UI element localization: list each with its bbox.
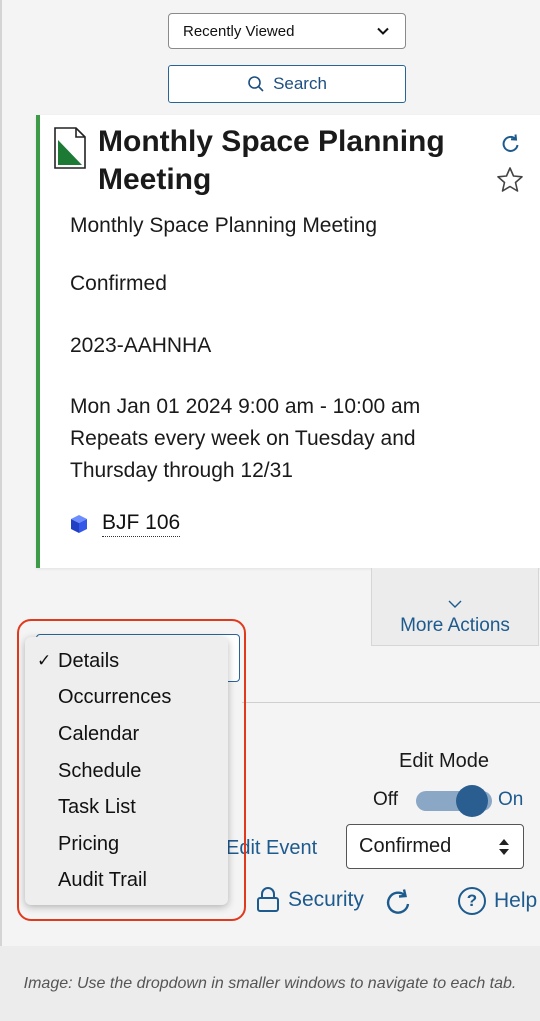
tab-dropdown-menu: ✓ Details Occurrences Calendar Schedule … — [25, 637, 228, 905]
location-link[interactable]: BJF 106 — [102, 510, 181, 537]
event-status: Confirmed — [70, 272, 167, 295]
recently-viewed-select[interactable]: Recently Viewed — [168, 13, 406, 49]
edit-mode-label: Edit Mode — [399, 750, 490, 772]
menu-item-calendar[interactable]: Calendar — [25, 716, 228, 753]
checkmark-icon: ✓ — [37, 651, 52, 671]
search-icon — [248, 76, 264, 92]
more-actions-button[interactable]: More Actions — [371, 568, 539, 646]
menu-item-task-list[interactable]: Task List — [25, 789, 228, 826]
security-label: Security — [288, 888, 364, 911]
menu-item-label: Calendar — [58, 722, 140, 745]
event-schedule: Mon Jan 01 2024 9:00 am - 10:00 am Repea… — [70, 395, 421, 482]
menu-item-label: Occurrences — [58, 686, 172, 709]
divider — [242, 702, 540, 703]
help-button[interactable]: ? Help — [458, 887, 537, 915]
refresh-icon[interactable] — [500, 133, 522, 155]
more-actions-label: More Actions — [400, 615, 510, 636]
menu-item-label: Audit Trail — [58, 869, 147, 892]
search-label: Search — [273, 74, 327, 93]
toggle-knob — [456, 785, 488, 817]
event-location: BJF 106 — [70, 510, 181, 537]
edit-mode-off-label: Off — [373, 789, 398, 810]
status-select[interactable]: Confirmed — [346, 824, 524, 869]
refresh-icon[interactable] — [384, 888, 414, 918]
menu-item-label: Pricing — [58, 832, 120, 855]
menu-item-details[interactable]: ✓ Details — [25, 643, 228, 680]
chevron-down-icon — [377, 27, 389, 35]
menu-item-occurrences[interactable]: Occurrences — [25, 680, 228, 717]
chevron-down-icon — [448, 600, 462, 608]
event-document-icon — [54, 127, 86, 169]
menu-item-audit-trail[interactable]: Audit Trail — [25, 863, 228, 900]
cube-icon — [71, 514, 87, 533]
status-select-value: Confirmed — [359, 835, 452, 857]
recently-viewed-label: Recently Viewed — [183, 22, 295, 40]
help-label: Help — [494, 889, 538, 912]
menu-item-label: Schedule — [58, 759, 142, 782]
edit-mode-on-label: On — [498, 789, 524, 810]
image-caption: Image: Use the dropdown in smaller windo… — [0, 946, 540, 1021]
security-button[interactable]: Security — [256, 887, 364, 913]
event-details-panel: Recently Viewed Search Monthly Space Pla… — [0, 0, 540, 946]
menu-item-label: Details — [58, 649, 120, 672]
search-button[interactable]: Search — [168, 65, 406, 103]
edit-mode-toggle[interactable] — [416, 785, 492, 817]
event-title: Monthly Space Planning Meeting — [98, 125, 445, 196]
help-icon: ? — [458, 887, 486, 915]
event-name: Monthly Space Planning Meeting — [70, 214, 378, 237]
event-reference: 2023-AAHNHA — [70, 334, 212, 357]
favorite-star-icon[interactable] — [495, 165, 525, 195]
menu-item-schedule[interactable]: Schedule — [25, 753, 228, 790]
menu-item-label: Task List — [58, 796, 136, 819]
menu-item-pricing[interactable]: Pricing — [25, 826, 228, 863]
event-card: Monthly Space Planning Meeting Monthly S… — [36, 115, 540, 568]
sort-arrows-icon — [499, 838, 509, 855]
lock-icon — [257, 887, 279, 912]
